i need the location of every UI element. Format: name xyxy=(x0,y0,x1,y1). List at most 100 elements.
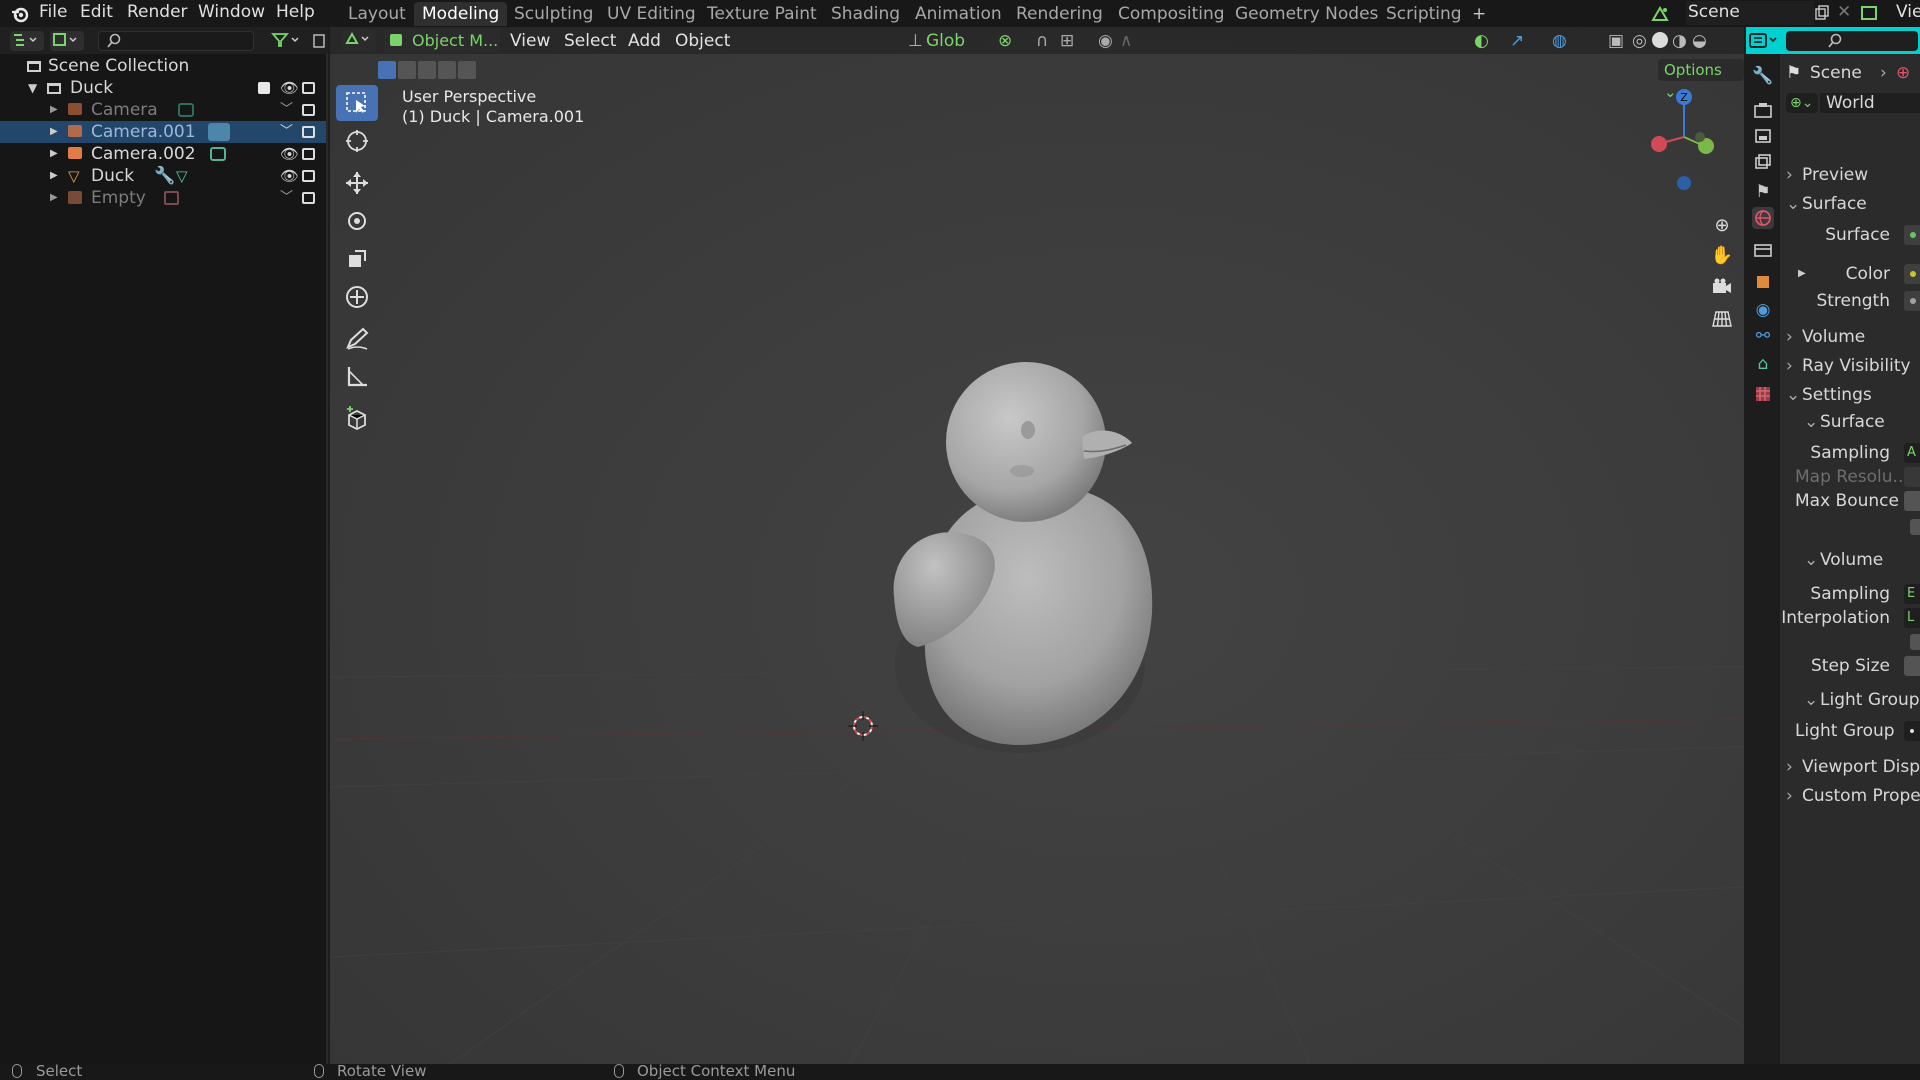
color-socket-field[interactable] xyxy=(1904,264,1920,284)
step-size-input[interactable] xyxy=(1904,656,1920,676)
3d-viewport[interactable]: Object M... View Select Add Object ⊥ Glo… xyxy=(330,27,1744,1064)
step-size-field[interactable]: Step Size xyxy=(1780,654,1920,678)
render-camera-icon[interactable] xyxy=(302,192,315,204)
render-tab-icon[interactable] xyxy=(1752,99,1774,121)
pan-hand-icon[interactable]: ✋ xyxy=(1708,241,1736,269)
view-layer-selector[interactable]: Vie xyxy=(1896,0,1920,27)
subpanel-surface-header[interactable]: ⌄ Surface xyxy=(1780,410,1920,434)
eye-icon[interactable]: 👁 xyxy=(280,165,299,187)
menu-window[interactable]: Window xyxy=(198,0,265,27)
select-invert-icon[interactable] xyxy=(438,61,456,79)
outliner-search-input[interactable] xyxy=(98,31,254,51)
map-resolution-input[interactable] xyxy=(1904,467,1920,487)
expand-arrow-icon[interactable]: ▶ xyxy=(50,143,58,165)
properties-editor-type-button[interactable] xyxy=(1746,27,1780,54)
surface-sampling-field[interactable]: Sampling A xyxy=(1780,441,1920,465)
object-tab-icon[interactable] xyxy=(1752,271,1774,293)
outliner-item-camera[interactable]: ▶ Camera ﹀ xyxy=(0,99,326,121)
editor-type-button[interactable] xyxy=(10,31,44,51)
xray-toggle-icon[interactable]: ▣ xyxy=(1608,29,1624,53)
measure-tool[interactable] xyxy=(336,359,378,395)
zoom-icon[interactable]: ⊕ xyxy=(1708,211,1736,239)
transform-orientation-selector[interactable]: ⊥ Glob xyxy=(904,29,994,53)
gizmo-toggle-icon[interactable]: ↗ xyxy=(1510,29,1524,53)
eye-icon[interactable]: 👁 xyxy=(280,77,299,99)
interpolation-field[interactable]: Interpolation L xyxy=(1780,606,1920,630)
scene-icon[interactable] xyxy=(1650,0,1670,27)
expand-arrow-icon[interactable]: ▶ xyxy=(50,187,58,209)
render-camera-icon[interactable] xyxy=(302,104,315,116)
tab-rendering[interactable]: Rendering xyxy=(1008,2,1111,26)
material-preview-icon[interactable]: ◑ xyxy=(1672,29,1687,53)
filter-icon[interactable] xyxy=(270,31,304,51)
volume-sampling-field[interactable]: Sampling E xyxy=(1780,582,1920,606)
outliner-item-empty[interactable]: ▶ Empty ﹀ xyxy=(0,187,326,209)
add-workspace-button[interactable]: + xyxy=(1464,2,1494,26)
color-field[interactable]: ▶ Color xyxy=(1780,262,1920,286)
select-mode-buttons[interactable] xyxy=(378,61,476,79)
add-cube-tool[interactable] xyxy=(336,401,378,437)
subpanel-light-group-header[interactable]: ⌄ Light Group xyxy=(1780,688,1920,712)
viewport-menu-select[interactable]: Select xyxy=(564,29,616,53)
menu-file[interactable]: File xyxy=(39,0,67,27)
snap-target-icon[interactable]: ⊞ xyxy=(1060,29,1074,53)
max-bounce-field[interactable]: Max Bounce xyxy=(1780,489,1920,513)
panel-preview-header[interactable]: › Preview xyxy=(1780,163,1920,187)
options-dropdown[interactable]: Options ⌄ xyxy=(1658,59,1744,101)
render-camera-icon[interactable] xyxy=(302,126,315,138)
properties-search-input[interactable] xyxy=(1786,31,1918,51)
viewport-menu-add[interactable]: Add xyxy=(628,29,661,53)
option-checkbox[interactable] xyxy=(1910,634,1920,650)
select-box-tool[interactable] xyxy=(336,85,378,121)
expand-arrow-icon[interactable]: ▶ xyxy=(50,121,58,143)
panel-volume-header[interactable]: › Volume xyxy=(1780,325,1920,349)
strength-socket-field[interactable] xyxy=(1904,291,1920,311)
world-tab-icon[interactable] xyxy=(1752,207,1774,229)
viewport-menu-view[interactable]: View xyxy=(510,29,550,53)
select-new-icon[interactable] xyxy=(378,61,396,79)
tab-geometry-nodes[interactable]: Geometry Nodes xyxy=(1227,2,1386,26)
select-extend-icon[interactable] xyxy=(398,61,416,79)
tab-scripting[interactable]: Scripting xyxy=(1378,2,1470,26)
camera-view-icon[interactable] xyxy=(1708,273,1736,301)
world-datablock-selector[interactable]: ⊕⌄ World xyxy=(1780,91,1920,115)
strength-field[interactable]: Strength xyxy=(1780,289,1920,313)
rotate-tool[interactable] xyxy=(336,203,378,239)
collection-tab-icon[interactable] xyxy=(1752,239,1774,261)
expand-arrow-icon[interactable]: ▶ xyxy=(50,165,58,187)
world-name-field[interactable]: World xyxy=(1820,93,1920,113)
display-mode-button[interactable] xyxy=(50,31,84,51)
subpanel-volume-header[interactable]: ⌄ Volume xyxy=(1780,548,1920,572)
eye-icon[interactable]: 👁 xyxy=(280,143,299,165)
scene-selector[interactable]: Scene xyxy=(1686,1,1814,25)
scene-tab-icon[interactable]: ⚑ xyxy=(1752,181,1774,203)
expand-arrow-icon[interactable]: ▶ xyxy=(50,99,58,121)
homogeneous-checkbox-row[interactable] xyxy=(1780,630,1920,654)
overlays-toggle-icon[interactable]: ◍ xyxy=(1552,29,1567,53)
panel-settings-header[interactable]: ⌄ Settings xyxy=(1780,383,1920,407)
scale-tool[interactable] xyxy=(336,241,378,277)
world-browse-icon[interactable]: ⊕⌄ xyxy=(1786,93,1818,113)
sampling-dropdown[interactable]: A xyxy=(1904,443,1920,463)
cursor-tool[interactable] xyxy=(336,123,378,159)
checkbox-row[interactable] xyxy=(1780,515,1920,539)
outliner-item-camera-001[interactable]: ▶ Camera.001 ﹀ xyxy=(0,121,326,143)
panel-surface-header[interactable]: ⌄ Surface xyxy=(1780,192,1920,216)
wireframe-shading-icon[interactable]: ◎ xyxy=(1632,29,1647,53)
transform-tool[interactable] xyxy=(336,279,378,315)
rendered-shading-icon[interactable]: ◒ xyxy=(1692,29,1707,53)
menu-edit[interactable]: Edit xyxy=(80,0,113,27)
blender-logo-icon[interactable] xyxy=(10,0,30,27)
gizmo-neg-z-axis[interactable] xyxy=(1677,176,1691,190)
menu-help[interactable]: Help xyxy=(276,0,315,27)
panel-custom-properties-header[interactable]: › Custom Prope xyxy=(1780,784,1920,808)
output-tab-icon[interactable] xyxy=(1752,125,1774,147)
texture-tab-icon[interactable] xyxy=(1752,383,1774,405)
outliner-item-camera-002[interactable]: ▶ Camera.002 👁 xyxy=(0,143,326,165)
option-checkbox[interactable] xyxy=(1910,519,1920,535)
hidden-eye-icon[interactable]: ﹀ xyxy=(280,121,293,143)
tab-animation[interactable]: Animation xyxy=(907,2,1010,26)
pivot-point-icon[interactable]: ⊗ xyxy=(998,29,1012,53)
object-visibility-icon[interactable]: ◐ xyxy=(1474,29,1489,53)
panel-viewport-display-header[interactable]: › Viewport Displ xyxy=(1780,755,1920,779)
